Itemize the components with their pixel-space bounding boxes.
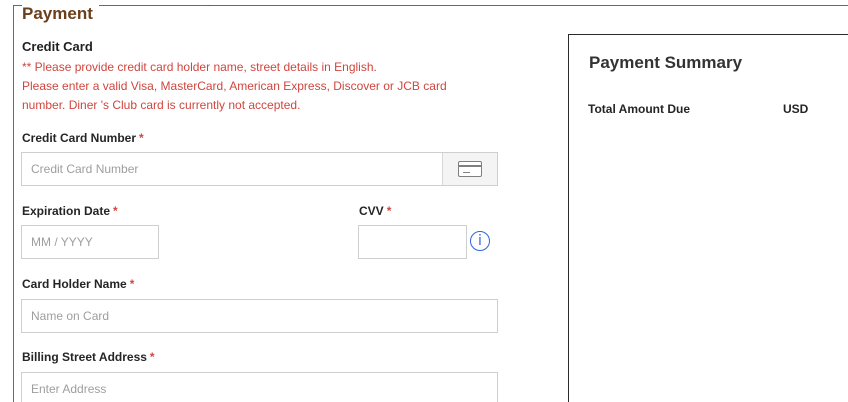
currency-label: USD xyxy=(783,102,809,116)
cvv-label-text: CVV xyxy=(359,204,384,218)
required-marker: * xyxy=(129,277,135,291)
expiration-date-field xyxy=(21,225,159,259)
billing-street-address-label: Billing Street Address * xyxy=(22,350,155,364)
credit-card-section-title: Credit Card xyxy=(22,39,93,54)
total-amount-due-label: Total Amount Due xyxy=(588,102,690,116)
card-number-field-group xyxy=(21,152,498,186)
notice-line: number. Diner 's Club card is currently … xyxy=(22,98,301,112)
info-icon[interactable]: i xyxy=(470,231,490,251)
required-marker: * xyxy=(149,350,155,364)
expiration-date-label: Expiration Date * xyxy=(22,204,118,218)
notice-line: Please enter a valid Visa, MasterCard, A… xyxy=(22,79,447,93)
payment-summary-title: Payment Summary xyxy=(589,53,743,72)
required-marker: * xyxy=(139,131,144,145)
card-holder-name-label: Card Holder Name * xyxy=(22,277,134,291)
expiration-date-input[interactable] xyxy=(22,226,158,258)
cvv-label: CVV * xyxy=(359,204,391,218)
top-fragment: … xyxy=(204,0,213,7)
expiration-date-label-text: Expiration Date xyxy=(22,204,111,218)
card-holder-name-input[interactable] xyxy=(22,300,497,332)
billing-street-address-label-text: Billing Street Address xyxy=(22,350,147,364)
card-number-input[interactable] xyxy=(22,153,442,185)
required-marker: * xyxy=(113,204,118,218)
cvv-input[interactable] xyxy=(359,226,466,258)
card-holder-name-label-text: Card Holder Name xyxy=(22,277,127,291)
notice-line: ** Please provide credit card holder nam… xyxy=(22,60,377,74)
card-number-label-text: Credit Card Number xyxy=(22,131,137,145)
payment-summary-panel: Payment Summary Total Amount Due USD xyxy=(568,34,848,402)
required-marker: * xyxy=(386,204,392,218)
page-title: Payment xyxy=(22,4,99,24)
card-number-label: Credit Card Number * xyxy=(22,131,144,145)
cvv-field xyxy=(358,225,467,259)
credit-card-notice: ** Please provide credit card holder nam… xyxy=(22,58,512,115)
billing-street-address-field xyxy=(21,372,498,402)
credit-card-icon xyxy=(458,161,482,177)
payment-page: … Payment Credit Card ** Please provide … xyxy=(0,0,848,402)
card-number-addon xyxy=(442,153,497,185)
billing-street-address-input[interactable] xyxy=(22,373,497,402)
card-holder-name-field xyxy=(21,299,498,333)
